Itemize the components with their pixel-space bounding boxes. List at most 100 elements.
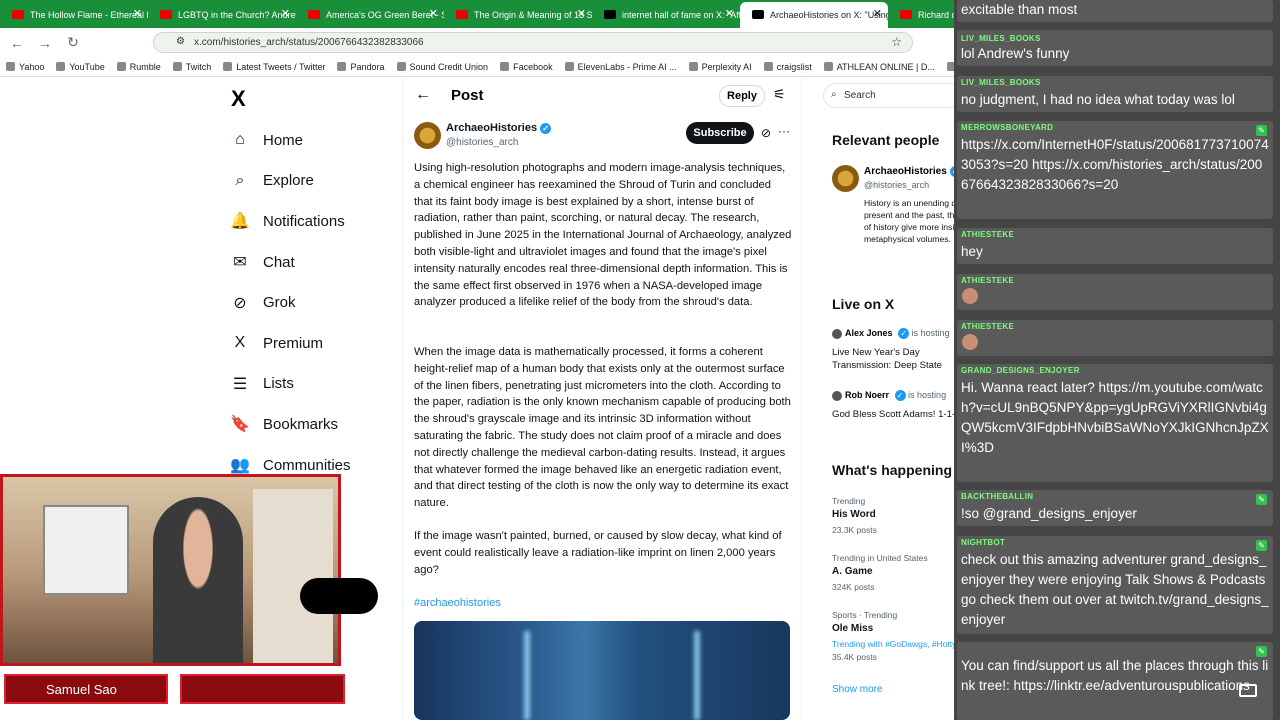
bookmark-item[interactable]: Yahoo — [6, 62, 44, 72]
chat-username[interactable]: ATHIESTEKE — [961, 230, 1014, 239]
chat-text: You can find/support us all the places t… — [961, 658, 1269, 693]
overlay-shape — [300, 578, 378, 614]
tab-label: ArchaeoHistories on X: "Using h — [770, 10, 888, 20]
x-logo[interactable]: X — [231, 86, 246, 112]
streamer — [153, 497, 243, 663]
forward-icon[interactable]: → — [34, 35, 56, 51]
mail-icon[interactable] — [1239, 684, 1257, 697]
name-banner-decoration — [180, 674, 345, 704]
close-icon[interactable]: ✕ — [873, 7, 882, 20]
nav-item-grok[interactable]: ⊘ Grok — [230, 282, 400, 323]
bookmark-star-icon[interactable]: ☆ — [891, 35, 902, 49]
author-name[interactable]: ArchaeoHistories ✓ — [446, 122, 552, 134]
bookmark-item[interactable]: Twitch — [172, 62, 211, 72]
close-icon[interactable]: ✕ — [577, 7, 586, 20]
chat-message: BACKTHEBALLIN !so @grand_designs_enjoyer ✎ — [957, 490, 1273, 526]
list-icon: ☰ — [232, 375, 248, 393]
grok-icon[interactable]: ⊘ — [761, 126, 771, 140]
chat-text: excitable than most — [961, 2, 1078, 17]
close-icon[interactable]: ✕ — [281, 7, 290, 20]
bookmark-item[interactable]: craigslist — [763, 62, 812, 72]
tab-label: LGBTQ in the Church? Andrew W — [178, 10, 296, 20]
show-more-link[interactable]: Show more — [832, 684, 883, 695]
live-title[interactable]: God Bless Scott Adams! 1-1-26 — [832, 408, 972, 421]
search-placeholder: Search — [844, 90, 876, 101]
youtube-icon — [456, 10, 468, 19]
nav-label: Notifications — [263, 212, 345, 230]
chat-username[interactable]: MERROWSBONEYARD — [961, 123, 1053, 132]
bookmark-item[interactable]: Sound Credit Union — [396, 62, 488, 72]
back-icon[interactable]: ← — [6, 35, 28, 51]
nav-item-notifications[interactable]: 🔔 Notifications — [230, 201, 400, 242]
nav-label: Bookmarks — [263, 415, 339, 433]
bookmark-label: Rumble — [129, 61, 161, 72]
close-icon[interactable]: ✕ — [429, 7, 438, 20]
author-avatar[interactable] — [414, 122, 441, 149]
close-icon[interactable]: ✕ — [725, 7, 734, 20]
nav-item-chat[interactable]: ✉ Chat — [230, 242, 400, 283]
subscribe-button[interactable]: Subscribe — [686, 122, 754, 144]
browser-tab[interactable]: The Origin & Meaning of 13 Sc ✕ — [444, 2, 592, 28]
bookmark-item[interactable]: Facebook — [500, 62, 553, 72]
chat-username[interactable]: LIV_MILES_BOOKS — [961, 78, 1041, 87]
bookmark-item[interactable]: Rumble — [116, 61, 161, 72]
relevant-handle[interactable]: @histories_arch — [864, 180, 929, 190]
nav-item-premium[interactable]: X Premium — [230, 323, 400, 364]
chat-username[interactable]: NIGHTBOT — [961, 538, 1005, 547]
nav-item-explore[interactable]: ⌕ Explore — [230, 161, 400, 202]
chat-emote — [962, 334, 978, 350]
sliders-icon[interactable]: ⚟ — [773, 86, 786, 103]
browser-tab[interactable]: The Hollow Flame - Ethereal Da ✕ — [0, 2, 148, 28]
browser-tab[interactable]: America's OG Green Beret - Sar ✕ — [296, 2, 444, 28]
more-options-icon[interactable]: ··· — [778, 124, 790, 138]
nav-label: Lists — [263, 375, 294, 393]
chat-emote — [962, 288, 978, 304]
chat-message: ATHIESTEKE — [957, 320, 1273, 356]
site-info-icon[interactable]: ⚙ — [176, 36, 185, 47]
bookmark-item[interactable]: Perplexity AI — [688, 62, 752, 72]
browser-tab[interactable]: LGBTQ in the Church? Andrew W✕ — [148, 2, 296, 28]
trend-count: 35.4K posts — [832, 652, 877, 662]
bookmark-item[interactable]: Latest Tweets / Twitter — [223, 62, 325, 72]
relevant-name[interactable]: ArchaeoHistories✓ — [864, 166, 961, 177]
back-arrow-icon[interactable]: ← — [415, 86, 431, 104]
reply-button[interactable]: Reply — [719, 85, 765, 107]
bookmark-item[interactable]: YouTube — [56, 61, 105, 72]
trend-count: 324K posts — [832, 582, 875, 592]
live-title[interactable]: Live New Year's Day Transmission: Deep S… — [832, 346, 972, 372]
trend-name[interactable]: His Word — [832, 509, 876, 520]
address-bar[interactable]: ⚙ x.com/histories_arch/status/2006766432… — [153, 32, 913, 53]
trend-name[interactable]: A. Game — [832, 566, 873, 577]
chat-username[interactable]: ATHIESTEKE — [961, 322, 1014, 331]
whiteboard — [43, 505, 129, 595]
chat-username[interactable]: LIV_MILES_BOOKS — [961, 34, 1041, 43]
bookmark-item[interactable]: Pandora — [337, 61, 385, 72]
nav-item-home[interactable]: ⌂ Home — [230, 120, 400, 161]
reload-icon[interactable]: ↻ — [62, 34, 84, 51]
x-icon — [604, 10, 616, 19]
bookmark-item[interactable]: ElevenLabs - Prime AI ... — [564, 62, 677, 72]
youtube-icon — [308, 10, 320, 19]
x-icon — [752, 10, 764, 19]
author-handle[interactable]: @histories_arch — [446, 137, 518, 148]
close-icon[interactable]: ✕ — [133, 7, 142, 20]
post-image[interactable] — [414, 621, 790, 720]
chat-username[interactable]: GRAND_DESIGNS_ENJOYER — [961, 366, 1080, 375]
bookmark-label: Pandora — [350, 61, 385, 72]
bookmark-label: YouTube — [69, 61, 105, 72]
chat-username[interactable]: BACKTHEBALLIN — [961, 492, 1033, 501]
live-host-row[interactable]: Rob Noerr ✓ is hosting — [832, 390, 946, 402]
verified-badge-icon: ✓ — [898, 328, 910, 340]
live-host-row[interactable]: Alex Jones ✓ is hosting — [832, 328, 950, 340]
hashtag-link[interactable]: #archaeohistories — [414, 597, 501, 609]
bookmark-item[interactable]: ATHLEAN ONLINE | D... — [823, 62, 935, 72]
trend-name[interactable]: Ole Miss — [832, 623, 873, 634]
relevant-avatar[interactable] — [832, 165, 859, 192]
browser-tab[interactable]: ArchaeoHistories on X: "Using h ✕ — [740, 2, 888, 28]
chat-username[interactable]: ATHIESTEKE — [961, 276, 1014, 285]
nav-item-bookmarks[interactable]: 🔖 Bookmarks — [230, 404, 400, 445]
search-input[interactable]: ⌕ Search — [823, 83, 963, 108]
nav-item-lists[interactable]: ☰ Lists — [230, 364, 400, 405]
bookmark-favicon-icon — [500, 62, 510, 71]
browser-tab[interactable]: internet hall of fame on X: "Affe ✕ — [592, 2, 740, 28]
